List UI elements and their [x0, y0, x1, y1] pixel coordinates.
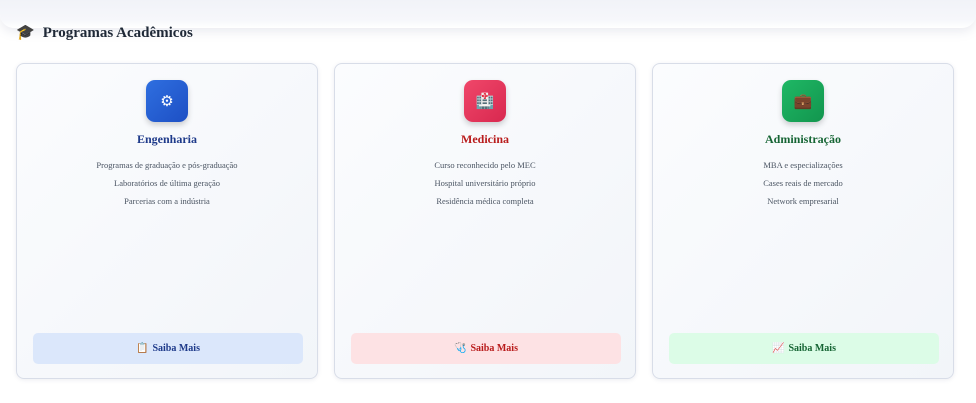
feature-item: Hospital universitário próprio [434, 178, 536, 188]
program-card-engenharia: ⚙ Engenharia Programas de graduação e pó… [16, 63, 318, 379]
saiba-mais-button-administracao[interactable]: 📈 Saiba Mais [669, 333, 939, 364]
program-title: Medicina [461, 132, 509, 146]
hospital-icon: 🏥 [464, 80, 506, 122]
feature-item: Curso reconhecido pelo MEC [434, 160, 536, 170]
section-header: 🎓 Programas Acadêmicos [16, 22, 193, 44]
program-card-administracao: 💼 Administração MBA e especializações Ca… [652, 63, 954, 379]
feature-item: Programas de graduação e pós-graduação [96, 160, 238, 170]
gear-icon: ⚙ [146, 80, 188, 122]
feature-item: Parcerias com a indústria [124, 196, 210, 206]
feature-list: MBA e especializações Cases reais de mer… [653, 156, 953, 210]
stethoscope-icon: 🩺 [454, 343, 467, 354]
feature-item: Laboratórios de última geração [114, 178, 220, 188]
button-label: Saiba Mais [152, 343, 200, 354]
saiba-mais-button-medicina[interactable]: 🩺 Saiba Mais [351, 333, 621, 364]
program-card-medicina: 🏥 Medicina Curso reconhecido pelo MEC Ho… [334, 63, 636, 379]
program-title: Administração [765, 132, 841, 146]
program-title: Engenharia [136, 132, 197, 146]
feature-list: Curso reconhecido pelo MEC Hospital univ… [335, 156, 635, 210]
feature-item: Residência médica completa [436, 196, 534, 206]
feature-item: Network empresarial [767, 196, 839, 206]
feature-list: Programas de graduação e pós-graduação L… [17, 156, 317, 210]
button-label: Saiba Mais [788, 343, 836, 354]
section-title: Programas Acadêmicos [42, 24, 193, 41]
graduation-cap-icon: 🎓 [16, 24, 35, 41]
chart-up-icon: 📈 [772, 343, 785, 354]
clipboard-icon: 📋 [136, 343, 149, 354]
briefcase-icon: 💼 [782, 80, 824, 122]
feature-item: Cases reais de mercado [763, 178, 843, 188]
saiba-mais-button-engenharia[interactable]: 📋 Saiba Mais [33, 333, 303, 364]
button-label: Saiba Mais [470, 343, 518, 354]
feature-item: MBA e especializações [763, 160, 843, 170]
